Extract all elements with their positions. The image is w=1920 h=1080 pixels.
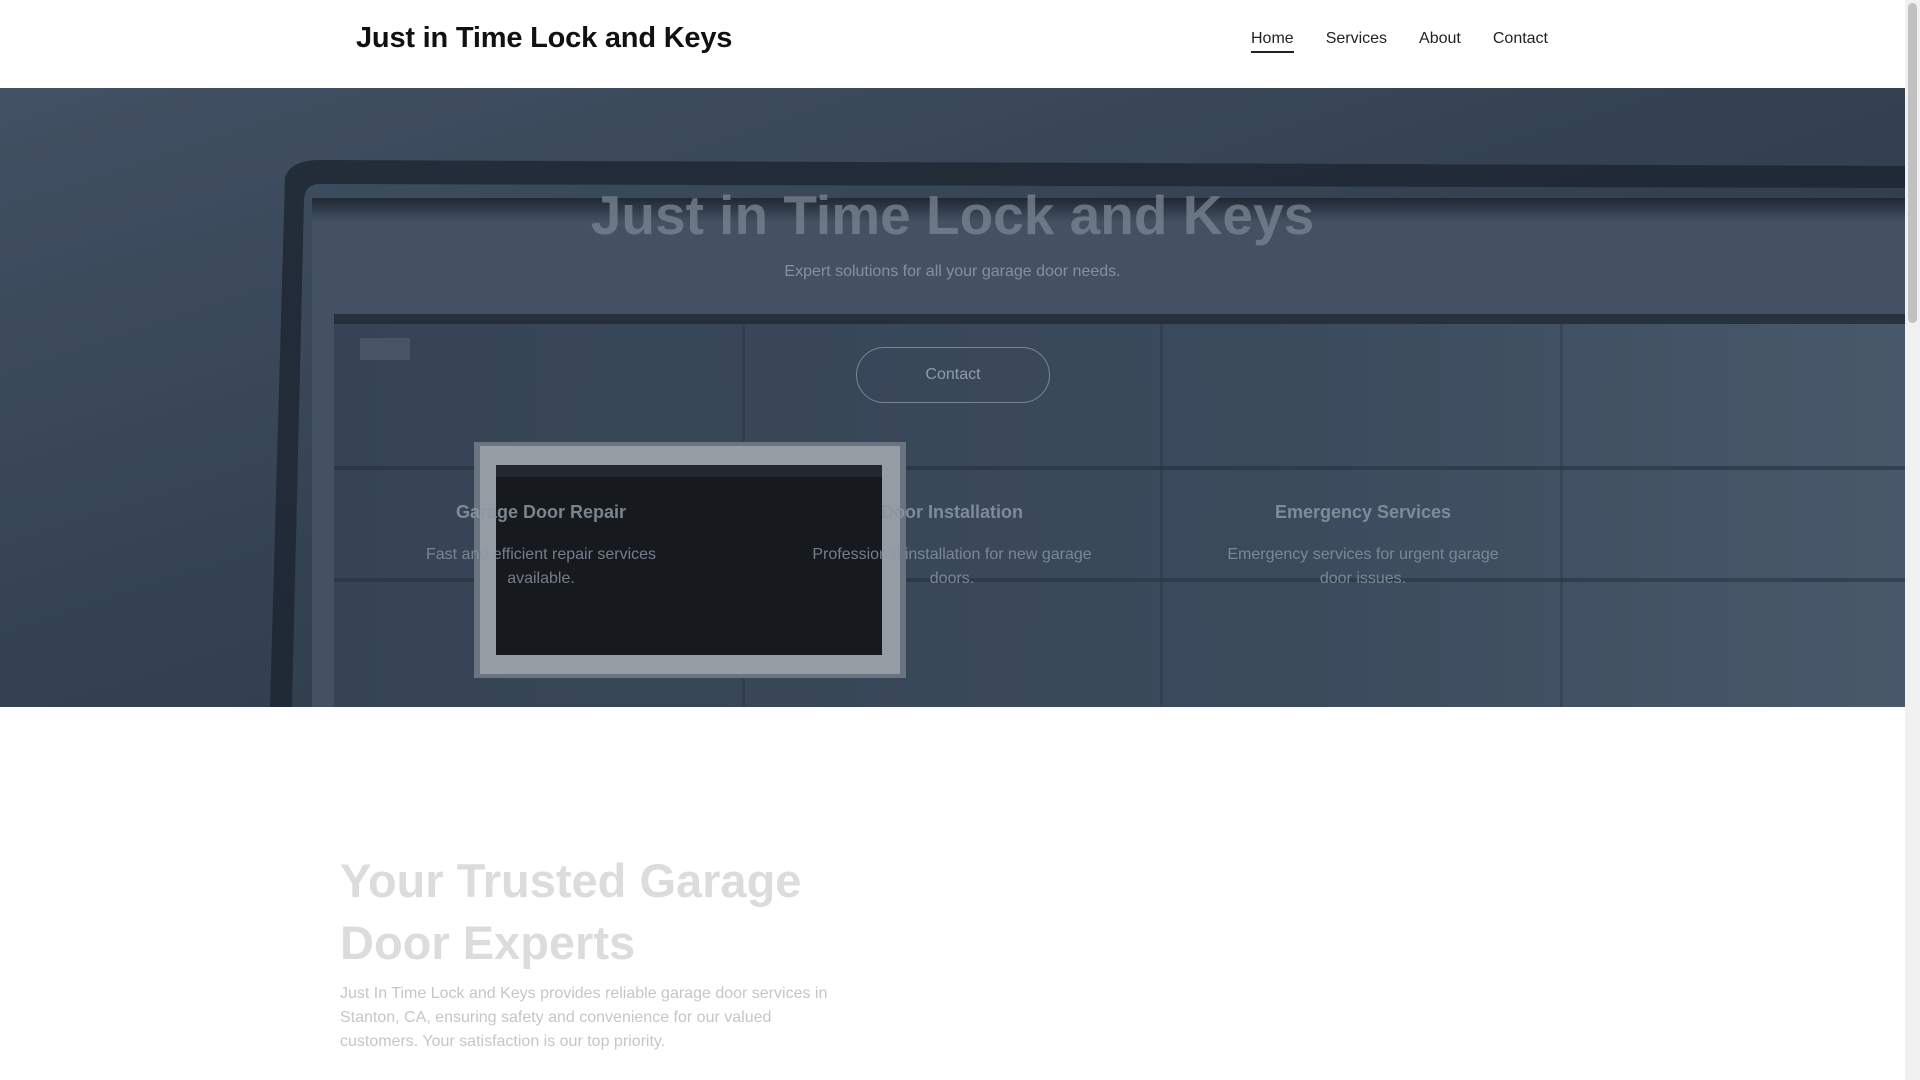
nav-contact[interactable]: Contact [1493,30,1548,53]
feature-title: Garage Door Repair [455,502,627,522]
brand-logo-text[interactable]: Just in Time Lock and Keys [356,22,732,55]
feature-door-installation: Door Installation Professional installat… [787,502,1117,591]
feature-garage-door-repair: Garage Door Repair Fast and efficient re… [376,502,706,591]
page-scrollbar[interactable] [1905,0,1920,1080]
site-header: Just in Time Lock and Keys Home Services… [0,0,1905,88]
feature-title: Emergency Services [1274,502,1452,522]
main-nav: Home Services About Contact [1251,30,1548,53]
about-text: Just In Time Lock and Keys provides reli… [340,985,828,1050]
scrollbar-thumb[interactable] [1908,3,1917,323]
feature-text: Fast and efficient repair services avail… [425,546,657,587]
hero-contact-button[interactable]: Contact [856,347,1050,403]
feature-text: Emergency services for urgent garage doo… [1227,546,1499,587]
hero-subtitle: Expert solutions for all your garage doo… [784,263,1121,280]
hero-section: Just in Time Lock and Keys Expert soluti… [0,88,1905,707]
hero-title: Just in Time Lock and Keys [590,184,1315,246]
browser-viewport: Just in Time Lock and Keys Home Services… [0,0,1920,1080]
feature-title: Door Installation [880,502,1023,522]
page: Just in Time Lock and Keys Home Services… [0,0,1905,1080]
about-title: Your Trusted Garage Door Experts [340,854,802,969]
nav-about[interactable]: About [1419,30,1461,53]
feature-emergency-services: Emergency Services Emergency services fo… [1198,502,1528,591]
feature-text: Professional installation for new garage… [812,546,1092,587]
nav-home[interactable]: Home [1251,30,1294,53]
nav-services[interactable]: Services [1326,30,1387,53]
